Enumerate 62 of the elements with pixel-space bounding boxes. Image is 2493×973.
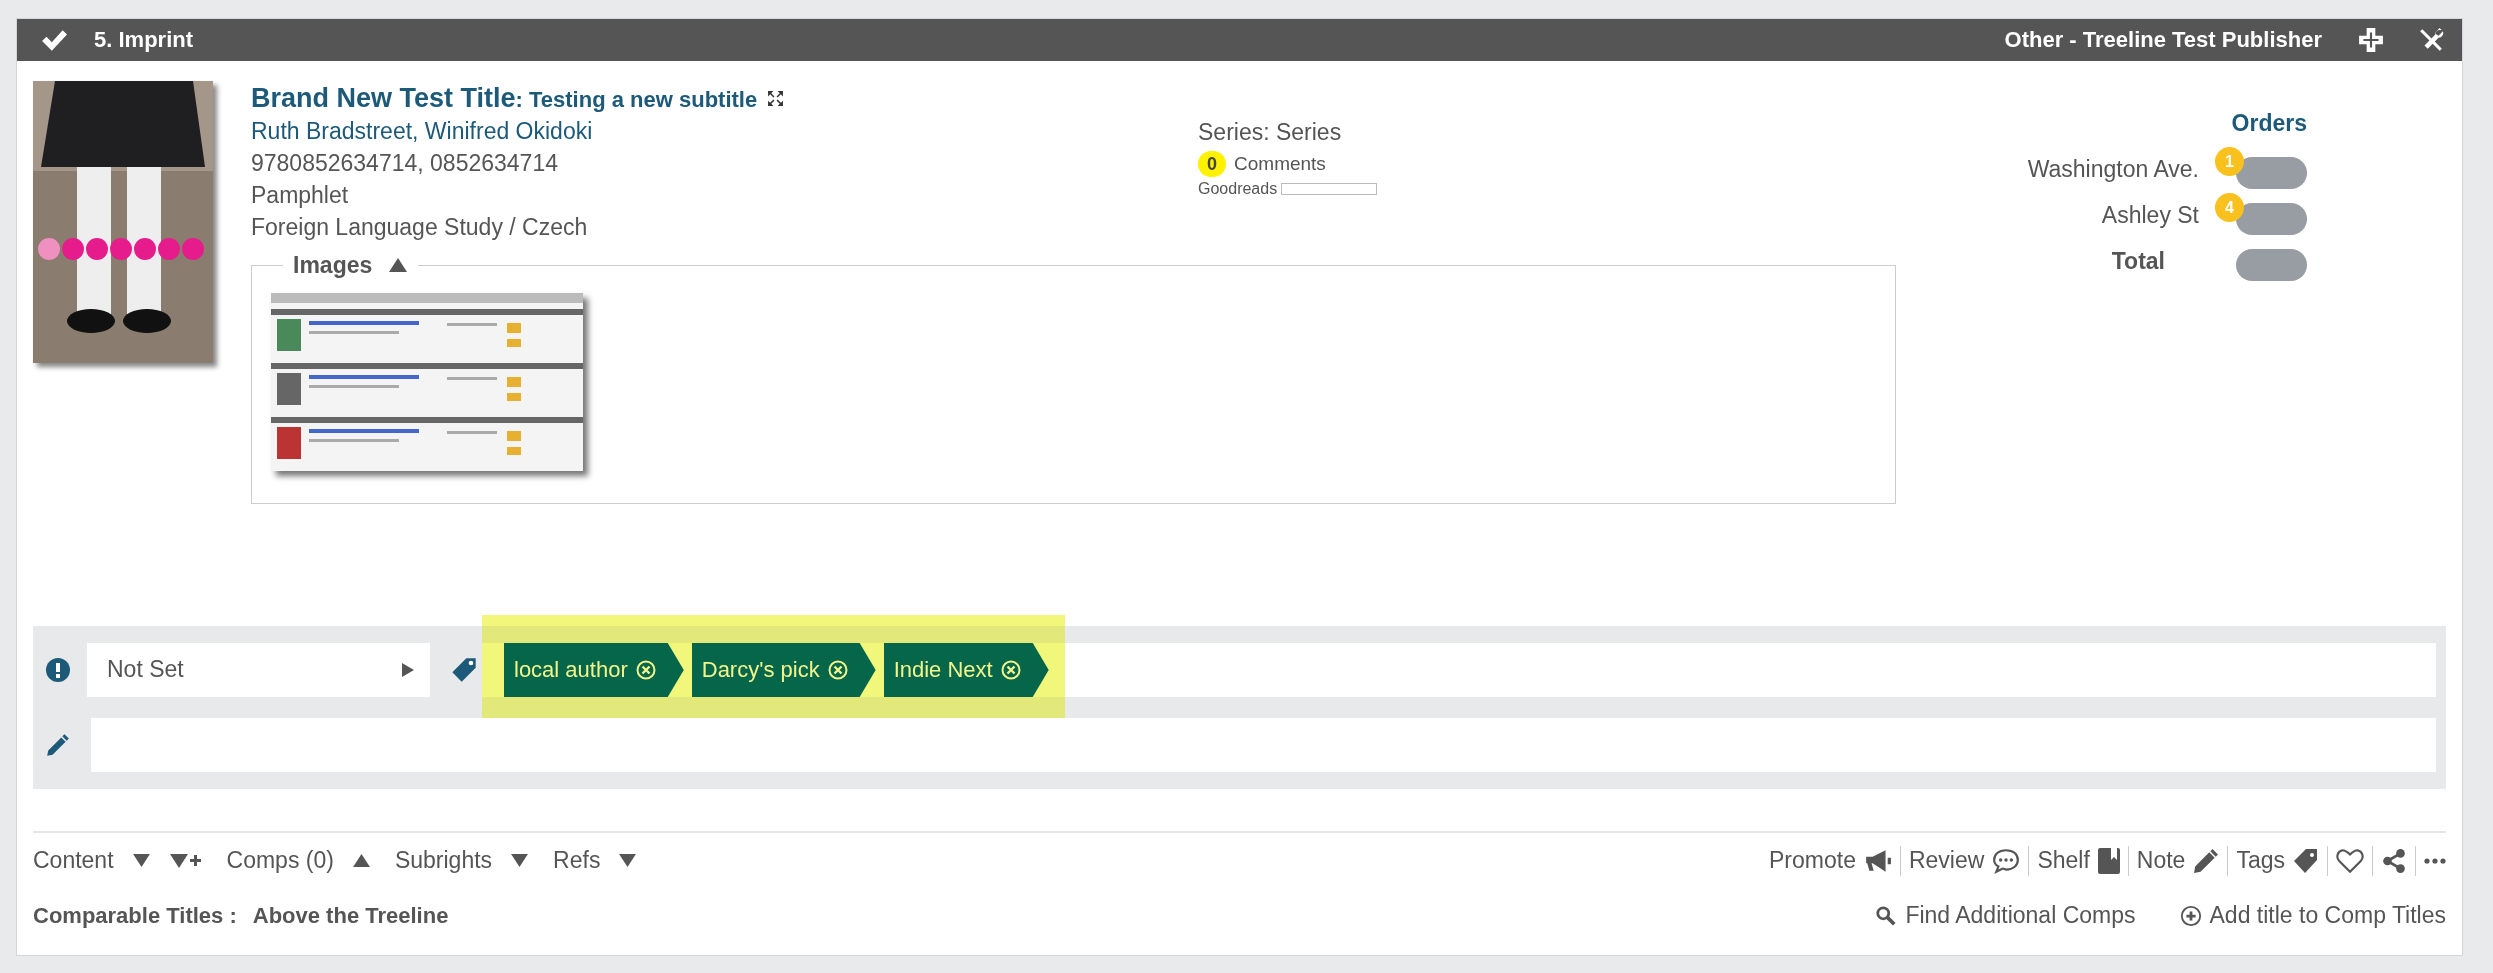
publisher-name: Other - Treeline Test Publisher	[2004, 25, 2322, 54]
toolbar-action[interactable]: Tags	[2236, 846, 2319, 876]
tags-field[interactable]	[1064, 643, 2436, 697]
megaphone-icon	[1863, 848, 1892, 874]
section-toggle[interactable]: Comps (0)	[226, 846, 334, 876]
remove-icon[interactable]	[827, 660, 848, 680]
comment-count-badge: 0	[1198, 151, 1226, 177]
expand-toggle[interactable]	[131, 853, 151, 869]
category-text: Foreign Language Study / Czech	[251, 213, 588, 242]
toolbar-action[interactable]: Shelf	[2037, 846, 2120, 876]
expand-toggle[interactable]	[618, 853, 638, 869]
toolbar-action[interactable]: Promote	[1769, 846, 1892, 876]
expand-icon[interactable]	[767, 90, 785, 107]
tag-icon	[450, 656, 478, 684]
collapse-toggle[interactable]	[388, 257, 409, 273]
tag-chip[interactable]: Indie Next	[883, 643, 1049, 697]
heart-icon[interactable]	[2336, 848, 2364, 874]
tag-icon	[2293, 848, 2319, 874]
toolbar-action[interactable]: Review	[1908, 846, 2021, 876]
tag-chip[interactable]: Darcy's pick	[691, 643, 876, 697]
comparable-title: Above the Treeline	[252, 901, 449, 930]
isbn-text: 9780852634714, 0852634714	[251, 149, 558, 178]
expand-toggle[interactable]	[510, 853, 530, 869]
remove-icon[interactable]	[1000, 660, 1021, 680]
status-dropdown[interactable]: Not Set	[87, 643, 430, 697]
search-icon	[1875, 904, 1898, 927]
link-button[interactable]: Find Additional Comps	[1875, 901, 2136, 931]
collapse-toggle[interactable]	[351, 853, 371, 869]
format-text: Pamphlet	[251, 181, 349, 210]
note-field[interactable]	[91, 718, 2436, 772]
tag-chip[interactable]: local author	[504, 643, 684, 697]
comments-link[interactable]: Comments	[1234, 151, 1326, 177]
book-authors[interactable]: Ruth Bradstreet, Winifred Okidoki	[251, 115, 593, 147]
store-name: Washington Ave.	[2027, 155, 2199, 185]
total-label: Total	[2111, 247, 2165, 277]
link-button[interactable]: Add title to Comp Titles	[2179, 901, 2446, 931]
pencil-icon	[2193, 848, 2220, 874]
section-toggle[interactable]: Refs	[553, 846, 601, 876]
add-menu-icon[interactable]	[168, 852, 203, 870]
goodreads-label: Goodreads	[1198, 179, 1278, 199]
more-icon[interactable]	[2424, 858, 2446, 864]
alert-icon	[46, 658, 70, 682]
section-toggle[interactable]: Subrights	[394, 846, 493, 876]
orders-heading: Orders	[2231, 109, 2307, 138]
remove-icon[interactable]	[635, 660, 656, 680]
comparable-label: Comparable Titles :	[33, 901, 237, 930]
section-title: 5. Imprint	[94, 25, 193, 54]
book-subtitle: : Testing a new subtitle	[515, 86, 758, 114]
share-icon[interactable]	[2381, 848, 2407, 874]
images-legend: Images	[293, 251, 373, 279]
toolbar-action[interactable]: Note	[2136, 846, 2220, 876]
pencil-icon	[45, 732, 71, 758]
book-icon	[2097, 848, 2120, 874]
speech-bubble-icon	[1992, 848, 2021, 874]
add-icon[interactable]	[2358, 27, 2384, 53]
series-text: Series: Series	[1198, 118, 1343, 147]
play-icon	[402, 663, 414, 677]
add-circle-icon	[2179, 904, 2202, 927]
store-name: Ashley St	[2101, 201, 2199, 231]
section-toggle[interactable]: Content	[33, 846, 114, 876]
tools-icon[interactable]	[2418, 27, 2444, 53]
book-title[interactable]: Brand New Test Title	[251, 81, 516, 117]
